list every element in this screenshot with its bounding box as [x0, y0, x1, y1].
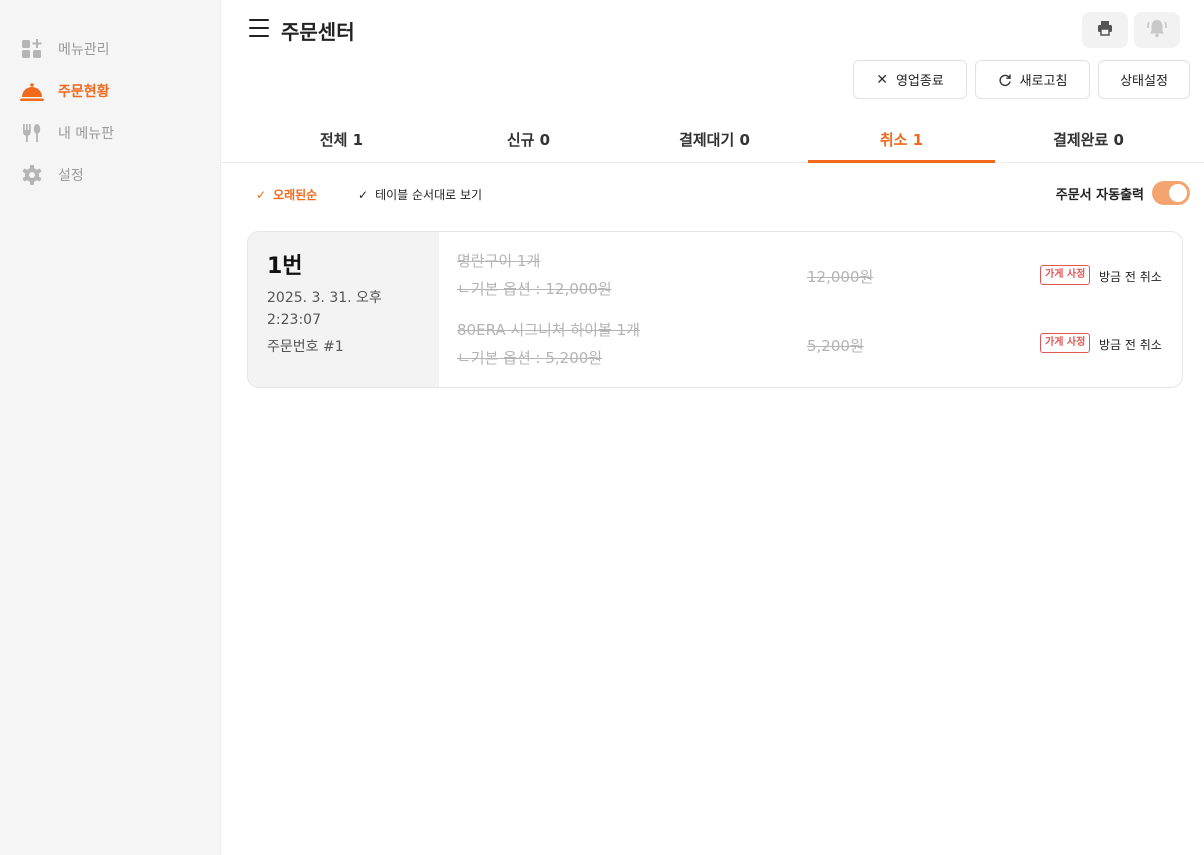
auto-print-toggle[interactable]	[1152, 181, 1190, 205]
utensils-icon	[20, 121, 44, 145]
cloche-icon	[20, 79, 44, 103]
sort-oldest-filter[interactable]: ✓ 오래된순	[256, 186, 317, 203]
auto-print-label: 주문서 자동출력	[1055, 187, 1144, 203]
sidebar-item-order-status[interactable]: 주문현황	[20, 79, 110, 103]
notification-button[interactable]	[1134, 12, 1180, 48]
item-option: ㄴ기본 옵션 : 5,200원	[457, 349, 603, 367]
sidebar-item-my-menu[interactable]: 내 메뉴판	[20, 121, 114, 145]
status-settings-label: 상태설정	[1120, 74, 1168, 89]
refresh-button[interactable]: 새로고침	[975, 60, 1090, 99]
status-settings-button[interactable]: 상태설정	[1098, 60, 1190, 99]
auto-print-setting: 주문서 자동출력	[1056, 181, 1190, 205]
cancel-reason-badge: 가게 사정	[1040, 265, 1091, 285]
close-business-label: 영업종료	[895, 74, 944, 89]
order-tabs: 전체 1 신규 0 결제대기 0 취소 1 결제완료 0	[221, 117, 1204, 163]
print-button[interactable]	[1082, 12, 1128, 48]
toggle-knob	[1169, 184, 1187, 202]
tab-cancelled[interactable]: 취소 1	[808, 117, 995, 163]
sidebar: 메뉴관리 주문현황 내 메뉴판 설정	[0, 0, 221, 855]
bell-icon	[1145, 17, 1169, 43]
table-number: 1번	[267, 254, 303, 279]
item-name: 명란구이 1개	[457, 252, 541, 270]
item-name: 80ERA 시그니처 하이볼 1개	[457, 321, 640, 339]
item-option: ㄴ기본 옵션 : 12,000원	[457, 280, 612, 298]
order-card[interactable]: 1번 2025. 3. 31. 오후 2:23:07 주문번호 #1 명란구이 …	[247, 231, 1183, 388]
refresh-icon	[998, 73, 1012, 87]
sidebar-item-label: 주문현황	[58, 84, 110, 100]
item-price: 5,200원	[807, 337, 864, 355]
cancel-time: 방금 전 취소	[1099, 270, 1162, 284]
tab-all[interactable]: 전체 1	[248, 117, 435, 163]
hamburger-menu-icon[interactable]	[249, 19, 269, 37]
cancel-reason-badge: 가게 사정	[1040, 333, 1091, 353]
table-order-label: 테이블 순서대로 보기	[375, 188, 483, 202]
order-summary: 1번 2025. 3. 31. 오후 2:23:07 주문번호 #1	[248, 232, 439, 387]
cancel-time: 방금 전 취소	[1099, 338, 1162, 352]
close-icon: ✕	[876, 71, 888, 88]
check-icon: ✓	[256, 187, 267, 202]
item-price: 12,000원	[807, 268, 874, 286]
order-datetime: 2025. 3. 31. 오후 2:23:07	[267, 290, 382, 328]
menu-manage-icon	[20, 37, 44, 61]
order-number: 주문번호 #1	[267, 339, 344, 355]
close-business-button[interactable]: ✕ 영업종료	[853, 60, 967, 99]
tab-new[interactable]: 신규 0	[435, 117, 622, 163]
gear-icon	[20, 163, 44, 187]
check-icon: ✓	[358, 187, 369, 202]
tab-payment-pending[interactable]: 결제대기 0	[621, 117, 808, 163]
page-title: 주문센터	[281, 20, 355, 44]
table-order-filter[interactable]: ✓ 테이블 순서대로 보기	[358, 186, 482, 203]
sidebar-item-label: 설정	[58, 168, 84, 184]
printer-icon	[1096, 19, 1114, 41]
sidebar-item-label: 내 메뉴판	[58, 126, 114, 142]
sort-oldest-label: 오래된순	[273, 188, 318, 202]
refresh-label: 새로고침	[1019, 74, 1068, 89]
sidebar-item-settings[interactable]: 설정	[20, 163, 84, 187]
tab-payment-complete[interactable]: 결제완료 0	[995, 117, 1182, 163]
sidebar-item-menu-manage[interactable]: 메뉴관리	[20, 37, 110, 61]
sidebar-item-label: 메뉴관리	[58, 42, 110, 58]
